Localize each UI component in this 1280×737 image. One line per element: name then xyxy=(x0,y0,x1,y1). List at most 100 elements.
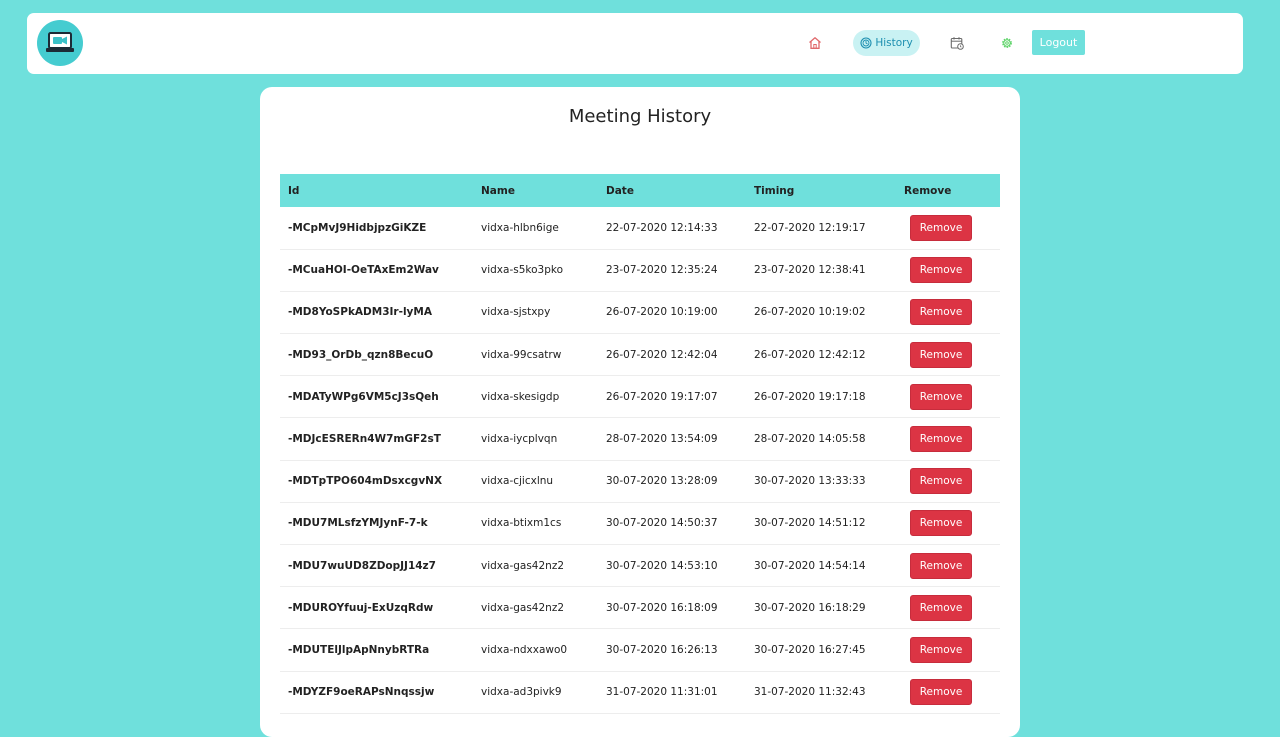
app-logo[interactable] xyxy=(37,20,83,66)
meeting-timing-cell: 30-07-2020 14:54:14 xyxy=(754,559,866,572)
meeting-date-cell: 30-07-2020 16:18:09 xyxy=(606,601,718,614)
meeting-name-cell: vidxa-gas42nz2 xyxy=(481,559,565,572)
meeting-timing-cell: 31-07-2020 11:32:43 xyxy=(754,686,866,699)
video-laptop-icon xyxy=(46,32,74,52)
meeting-name-cell: vidxa-btixm1cs xyxy=(481,517,562,530)
remove-cell: Remove xyxy=(896,502,1000,544)
meeting-name-cell: vidxa-iycplvqn xyxy=(481,433,558,446)
remove-button[interactable]: Remove xyxy=(910,510,972,537)
meeting-name-cell: vidxa-ndxxawo0 xyxy=(481,643,568,656)
gear-icon xyxy=(1002,38,1012,48)
table-row: -MD8YoSPkADM3Ir-lyMA vidxa-sjstxpy 26-07-2… xyxy=(280,291,1000,334)
remove-button[interactable]: Remove xyxy=(910,594,972,621)
meeting-id-cell: -MDU7MLsfzYMJynF-7-k xyxy=(288,517,428,530)
table-row: -MDYZF9oeRAPsNnqssjw vidxa-ad3pivk9 31-07-… xyxy=(280,671,1000,714)
meeting-name-cell: vidxa-99csatrw xyxy=(481,348,562,361)
meeting-timing-cell: 26-07-2020 19:17:18 xyxy=(754,390,866,403)
meeting-timing-cell: 28-07-2020 14:05:58 xyxy=(754,433,866,446)
meeting-date-cell: 31-07-2020 11:31:01 xyxy=(606,686,718,699)
meeting-timing-cell: 30-07-2020 13:33:33 xyxy=(754,475,866,488)
meeting-history-card: Meeting History Id Name Date Timing Remo… xyxy=(260,87,1020,737)
meeting-date-cell: 30-07-2020 14:50:37 xyxy=(606,517,718,530)
history-icon xyxy=(860,37,872,49)
meeting-id-cell: -MDU7wuUD8ZDopJJ14z7 xyxy=(288,559,436,572)
column-header-name: Name xyxy=(481,184,515,197)
table-row: -MCpMvJ9HidbjpzGiKZE vidxa-hlbn6ige 22-07-… xyxy=(280,207,1000,250)
remove-button[interactable]: Remove xyxy=(910,341,972,368)
meeting-name-cell: vidxa-ad3pivk9 xyxy=(481,686,562,699)
remove-button[interactable]: Remove xyxy=(910,426,972,453)
table-row: -MD93_OrDb_qzn8BecuO vidxa-99csatrw 26-07-… xyxy=(280,334,1000,376)
calendar-clock-icon xyxy=(950,37,964,50)
meeting-name-cell: vidxa-s5ko3pko xyxy=(481,264,563,277)
meeting-timing-cell: 23-07-2020 12:38:41 xyxy=(754,264,866,277)
meeting-name-cell: vidxa-hlbn6ige xyxy=(481,221,559,234)
meeting-date-cell: 30-07-2020 13:28:09 xyxy=(606,475,718,488)
logout-button[interactable]: Logout xyxy=(1032,30,1085,55)
remove-cell: Remove xyxy=(896,545,1000,587)
remove-cell: Remove xyxy=(896,376,1000,418)
remove-button[interactable]: Remove xyxy=(910,383,972,410)
meeting-timing-cell: 30-07-2020 16:18:29 xyxy=(754,601,866,614)
remove-button[interactable]: Remove xyxy=(910,299,972,326)
meeting-timing-cell: 22-07-2020 12:19:17 xyxy=(754,221,866,234)
table-row: -MDJcESRERn4W7mGF2sT vidxa-iycplvqn 28-07-… xyxy=(280,418,1000,461)
meeting-timing-cell: 30-07-2020 14:51:12 xyxy=(754,517,866,530)
remove-cell: Remove xyxy=(896,291,1000,333)
meeting-timing-cell: 30-07-2020 16:27:45 xyxy=(754,643,866,656)
top-navbar: History Logout xyxy=(27,13,1243,74)
nav-schedule[interactable] xyxy=(947,30,967,56)
remove-button[interactable]: Remove xyxy=(910,257,972,284)
meeting-history-table: Id Name Date Timing Remove -MCpMvJ9Hidbj… xyxy=(280,174,1000,714)
table-row: -MDU7wuUD8ZDopJJ14z7 vidxa-gas42nz2 30-07-… xyxy=(280,545,1000,587)
remove-cell: Remove xyxy=(896,334,1000,376)
meeting-id-cell: -MD8YoSPkADM3Ir-lyMA xyxy=(288,306,432,319)
nav-home[interactable] xyxy=(805,30,825,56)
meeting-name-cell: vidxa-gas42nz2 xyxy=(481,601,565,614)
meeting-date-cell: 28-07-2020 13:54:09 xyxy=(606,433,718,446)
meeting-name-cell: vidxa-cjicxlnu xyxy=(481,475,554,488)
column-header-id: Id xyxy=(288,184,300,197)
meeting-id-cell: -MDATyWPg6VM5cJ3sQeh xyxy=(288,390,439,403)
remove-cell: Remove xyxy=(896,207,1000,249)
remove-button[interactable]: Remove xyxy=(910,552,972,579)
remove-cell: Remove xyxy=(896,629,1000,671)
meeting-id-cell: -MCpMvJ9HidbjpzGiKZE xyxy=(288,221,427,234)
table-row: -MDATyWPg6VM5cJ3sQeh vidxa-skesigdp 26-07-… xyxy=(280,376,1000,418)
table-row: -MDUTElJlpApNnybRTRa vidxa-ndxxawo0 30-07-… xyxy=(280,629,1000,672)
remove-cell: Remove xyxy=(896,671,1000,713)
table-row: -MDUROYfuuj-ExUzqRdw vidxa-gas42nz2 30-07-… xyxy=(280,587,1000,629)
table-header-row: Id Name Date Timing Remove xyxy=(280,174,1000,207)
table-header: Id Name Date Timing Remove xyxy=(280,174,1000,207)
remove-cell: Remove xyxy=(896,249,1000,291)
meeting-date-cell: 26-07-2020 12:42:04 xyxy=(606,348,718,361)
meeting-id-cell: -MD93_OrDb_qzn8BecuO xyxy=(288,348,434,361)
remove-button[interactable]: Remove xyxy=(910,679,972,706)
meeting-date-cell: 30-07-2020 16:26:13 xyxy=(606,643,718,656)
meeting-id-cell: -MDJcESRERn4W7mGF2sT xyxy=(288,433,441,446)
meeting-date-cell: 30-07-2020 14:53:10 xyxy=(606,559,718,572)
remove-cell: Remove xyxy=(896,460,1000,502)
remove-button[interactable]: Remove xyxy=(910,468,972,495)
column-header-date: Date xyxy=(606,184,634,197)
home-icon xyxy=(809,37,821,49)
meeting-name-cell: vidxa-skesigdp xyxy=(481,390,560,403)
table-row: -MDTpTPO604mDsxcgvNX vidxa-cjicxlnu 30-07-… xyxy=(280,460,1000,503)
meeting-id-cell: -MDUTElJlpApNnybRTRa xyxy=(288,643,430,656)
meeting-timing-cell: 26-07-2020 12:42:12 xyxy=(754,348,866,361)
nav-settings[interactable] xyxy=(997,30,1017,56)
meeting-id-cell: -MDYZF9oeRAPsNnqssjw xyxy=(288,686,435,699)
meeting-id-cell: -MDTpTPO604mDsxcgvNX xyxy=(288,475,443,488)
meeting-id-cell: -MDUROYfuuj-ExUzqRdw xyxy=(288,601,434,614)
remove-button[interactable]: Remove xyxy=(910,214,972,241)
remove-button[interactable]: Remove xyxy=(910,636,972,663)
table-row: -MCuaHOI-OeTAxEm2Wav vidxa-s5ko3pko 23-07-… xyxy=(280,249,1000,292)
page-title: Meeting History xyxy=(568,106,712,127)
nav-history[interactable]: History xyxy=(853,30,920,56)
remove-cell: Remove xyxy=(896,418,1000,460)
table-row: -MDU7MLsfzYMJynF-7-k vidxa-btixm1cs 30-07-… xyxy=(280,502,1000,545)
meeting-date-cell: 26-07-2020 19:17:07 xyxy=(606,390,718,403)
meeting-id-cell: -MCuaHOI-OeTAxEm2Wav xyxy=(288,264,439,277)
column-header-remove: Remove xyxy=(904,184,952,197)
meeting-name-cell: vidxa-sjstxpy xyxy=(481,306,551,319)
